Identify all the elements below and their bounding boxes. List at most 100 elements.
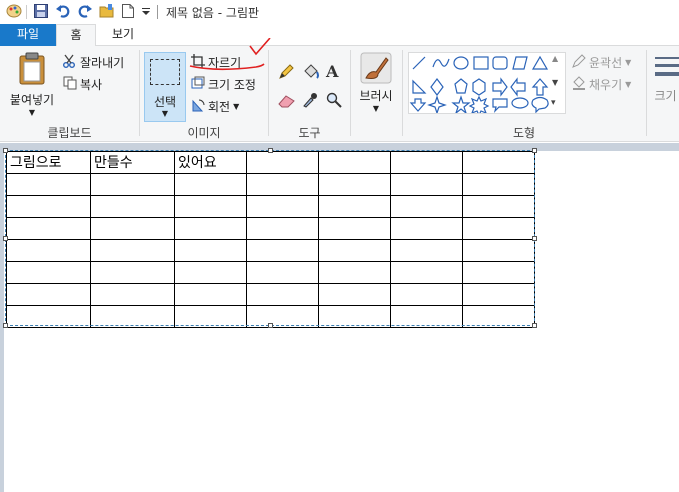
tab-file[interactable]: 파일 (0, 24, 56, 46)
copy-label: 복사 (80, 78, 103, 92)
fill-bucket-icon[interactable] (302, 64, 320, 83)
paste-button[interactable]: 붙여넣기 ▼ (6, 52, 58, 122)
table-cell (390, 283, 463, 306)
scroll-down-icon[interactable]: ▼ (552, 78, 558, 87)
toolbar-divider (26, 5, 27, 19)
brushes-button[interactable]: 브러시 ▼ (354, 52, 398, 122)
table-row: 그림으로 만들수 있어요 (6, 151, 535, 174)
tools-group-label: 도구 (298, 126, 321, 140)
table-cell (462, 283, 535, 306)
table-cell (318, 151, 391, 174)
table-cell (6, 239, 91, 262)
table-row (6, 239, 535, 262)
select-label: 선택 (153, 95, 177, 109)
resize-handle-bottom-left[interactable] (3, 323, 8, 328)
table-cell (390, 239, 463, 262)
table-cell (390, 261, 463, 284)
table-cell (318, 217, 391, 240)
resize-handle-top-right[interactable] (532, 148, 537, 153)
pasted-table-image[interactable]: 그림으로 만들수 있어요 (6, 151, 535, 328)
table-cell (246, 195, 319, 218)
color-picker-icon[interactable] (302, 92, 318, 111)
table-cell (174, 283, 247, 306)
text-tool-icon[interactable]: A (326, 62, 338, 81)
table-cell (90, 173, 175, 196)
title-bar: 제목 없음 - 그림판 (0, 0, 679, 24)
undo-icon[interactable] (55, 3, 71, 22)
tab-home[interactable]: 홈 (56, 24, 96, 47)
window-title: 제목 없음 - 그림판 (166, 5, 260, 20)
resize-handle-left[interactable] (3, 236, 8, 241)
table-cell (174, 239, 247, 262)
scroll-up-icon[interactable]: ▲ (552, 54, 558, 63)
outline-button[interactable]: 윤곽선 ▼ (572, 54, 631, 71)
resize-icon (191, 76, 205, 93)
resize-handle-right[interactable] (532, 236, 537, 241)
table-cell (462, 239, 535, 262)
size-button[interactable]: 크기 (652, 54, 679, 124)
resize-handle-top[interactable] (268, 148, 273, 153)
pencil-icon[interactable] (278, 64, 294, 83)
resize-handle-top-left[interactable] (3, 148, 8, 153)
scissors-icon (63, 54, 77, 71)
table-cell (174, 261, 247, 284)
group-separator (646, 50, 647, 136)
table-cell (246, 305, 319, 328)
resize-handle-bottom-right[interactable] (532, 323, 537, 328)
chevron-down-icon: ▼ (161, 109, 169, 118)
chevron-down-icon: ▼ (625, 80, 632, 89)
table-cell: 그림으로 (6, 151, 91, 174)
resize-button[interactable]: 크기 조정 (191, 76, 256, 93)
copy-icon (63, 76, 77, 93)
outline-label: 윤곽선 (589, 56, 623, 70)
shapes-gallery[interactable] (408, 52, 566, 117)
redo-icon[interactable] (77, 3, 93, 22)
select-rect-icon (150, 59, 180, 85)
shapes-gallery-icons (409, 55, 549, 117)
paint-window: 제목 없음 - 그림판 파일 홈 보기 붙여넣기 ▼ 잘라내기 복사 클립보드 … (0, 0, 679, 492)
resize-handle-bottom[interactable] (268, 323, 273, 328)
cut-button[interactable]: 잘라내기 (63, 54, 124, 71)
table-cell (462, 305, 535, 328)
table-cell (90, 195, 175, 218)
table-cell: 있어요 (174, 151, 247, 174)
save-icon[interactable] (33, 3, 49, 22)
copy-button[interactable]: 복사 (63, 76, 102, 93)
cut-label: 잘라내기 (80, 56, 125, 70)
table-cell (462, 151, 535, 174)
table-row (6, 283, 535, 306)
table-cell (390, 305, 463, 328)
rotate-button[interactable]: 회전 ▼ (191, 98, 239, 115)
table-row (6, 261, 535, 284)
paint-app-icon[interactable] (6, 3, 22, 22)
fill-button[interactable]: 채우기 ▼ (572, 76, 631, 93)
brush-icon (360, 52, 392, 87)
open-folder-icon[interactable] (99, 3, 115, 22)
new-file-icon[interactable] (121, 3, 135, 22)
tab-view[interactable]: 보기 (100, 24, 146, 46)
table-cell (90, 217, 175, 240)
clipboard-icon (16, 52, 48, 89)
table-cell (6, 195, 91, 218)
table-cell (462, 217, 535, 240)
magnifier-icon[interactable] (326, 92, 342, 111)
fill-bucket-icon (572, 76, 586, 93)
table-cell (174, 305, 247, 328)
fill-label: 채우기 (589, 78, 623, 92)
size-label: 크기 (654, 89, 677, 103)
line-size-icon (652, 57, 679, 87)
select-button[interactable]: 선택 ▼ (144, 52, 186, 122)
ribbon-tabs: 파일 홈 보기 (0, 24, 679, 47)
table-cell (90, 261, 175, 284)
red-checkmark-annotation (189, 38, 271, 71)
chevron-down-icon: ▼ (233, 102, 240, 111)
eraser-icon[interactable] (278, 94, 296, 111)
table-cell (318, 305, 391, 328)
expand-gallery-icon[interactable]: ▾ (551, 98, 556, 108)
brushes-label: 브러시 (359, 89, 393, 103)
customize-toolbar-icon[interactable] (141, 5, 151, 19)
table-cell (246, 151, 319, 174)
clipboard-group-label: 클립보드 (47, 126, 92, 140)
table-row (6, 173, 535, 196)
table-cell (6, 217, 91, 240)
